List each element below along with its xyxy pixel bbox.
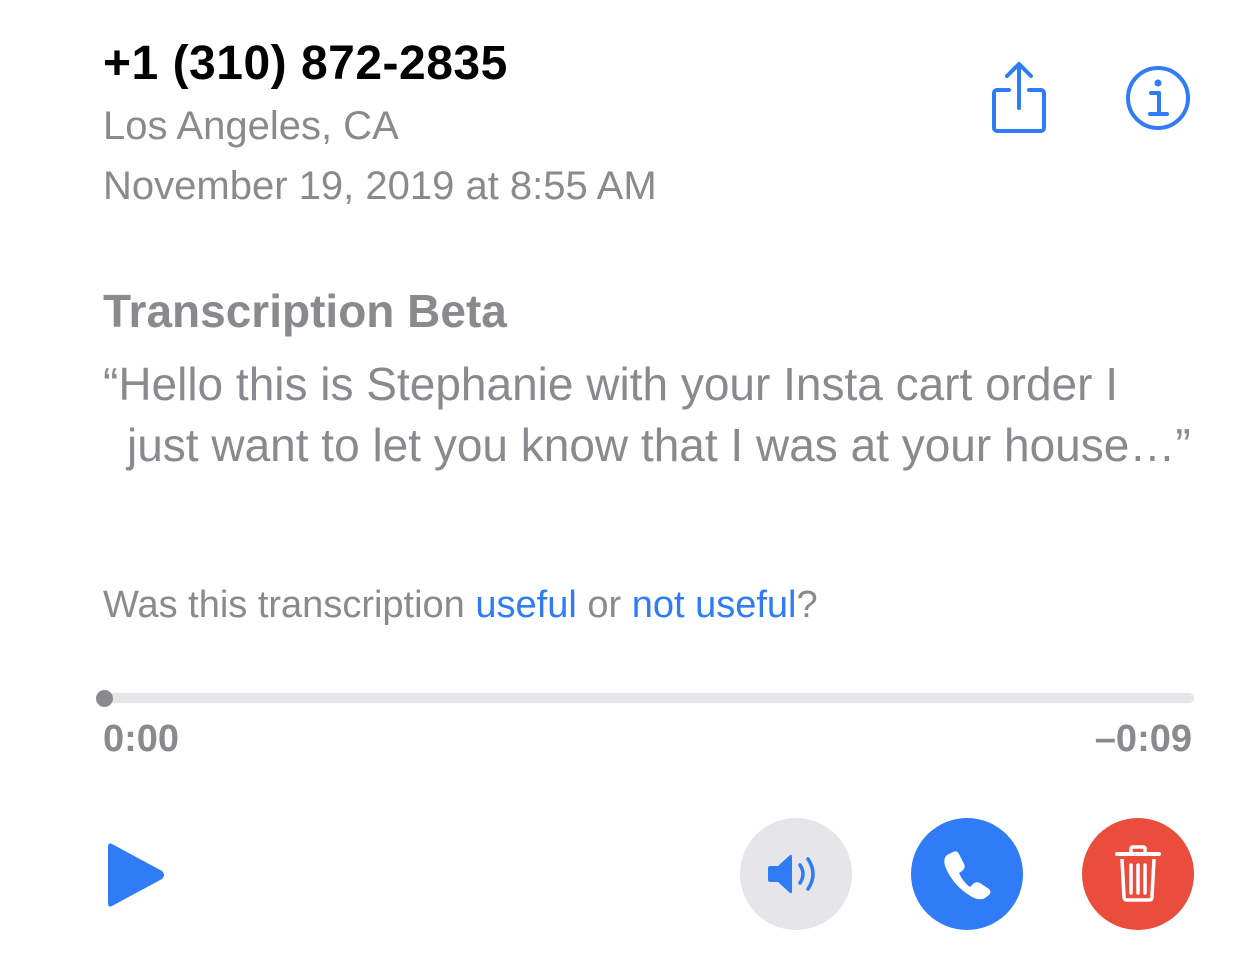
elapsed-time: 0:00 [103,718,180,760]
not-useful-link[interactable]: not useful [632,584,797,626]
delete-button[interactable] [1082,818,1194,930]
feedback-suffix: ? [796,584,818,626]
feedback-prefix: Was this transcription [103,584,476,626]
transcription-feedback: Was this transcription useful or not use… [103,584,818,627]
voicemail-datetime: November 19, 2019 at 8:55 AM [103,164,657,208]
info-icon [1126,66,1190,130]
share-icon [992,62,1046,133]
speaker-button[interactable] [740,818,852,930]
playback-scrubber[interactable] [104,693,1194,703]
play-button[interactable] [104,838,170,912]
transcription-title: Transcription Beta [103,285,507,337]
transcription-text: “Hello this is Stephanie with your Insta… [103,358,1191,471]
play-icon [108,843,164,907]
caller-phone-number: +1 (310) 872-2835 [103,37,508,90]
trash-icon [1115,845,1161,902]
useful-link[interactable]: useful [475,584,576,626]
phone-icon [944,851,991,900]
remaining-time: –0:09 [1094,718,1192,760]
info-button[interactable] [1124,64,1192,132]
call-back-button[interactable] [911,818,1023,930]
feedback-middle: or [576,584,632,626]
speaker-icon [768,854,815,894]
scrubber-knob[interactable] [95,690,113,707]
caller-location: Los Angeles, CA [103,104,399,148]
share-button[interactable] [983,58,1055,136]
